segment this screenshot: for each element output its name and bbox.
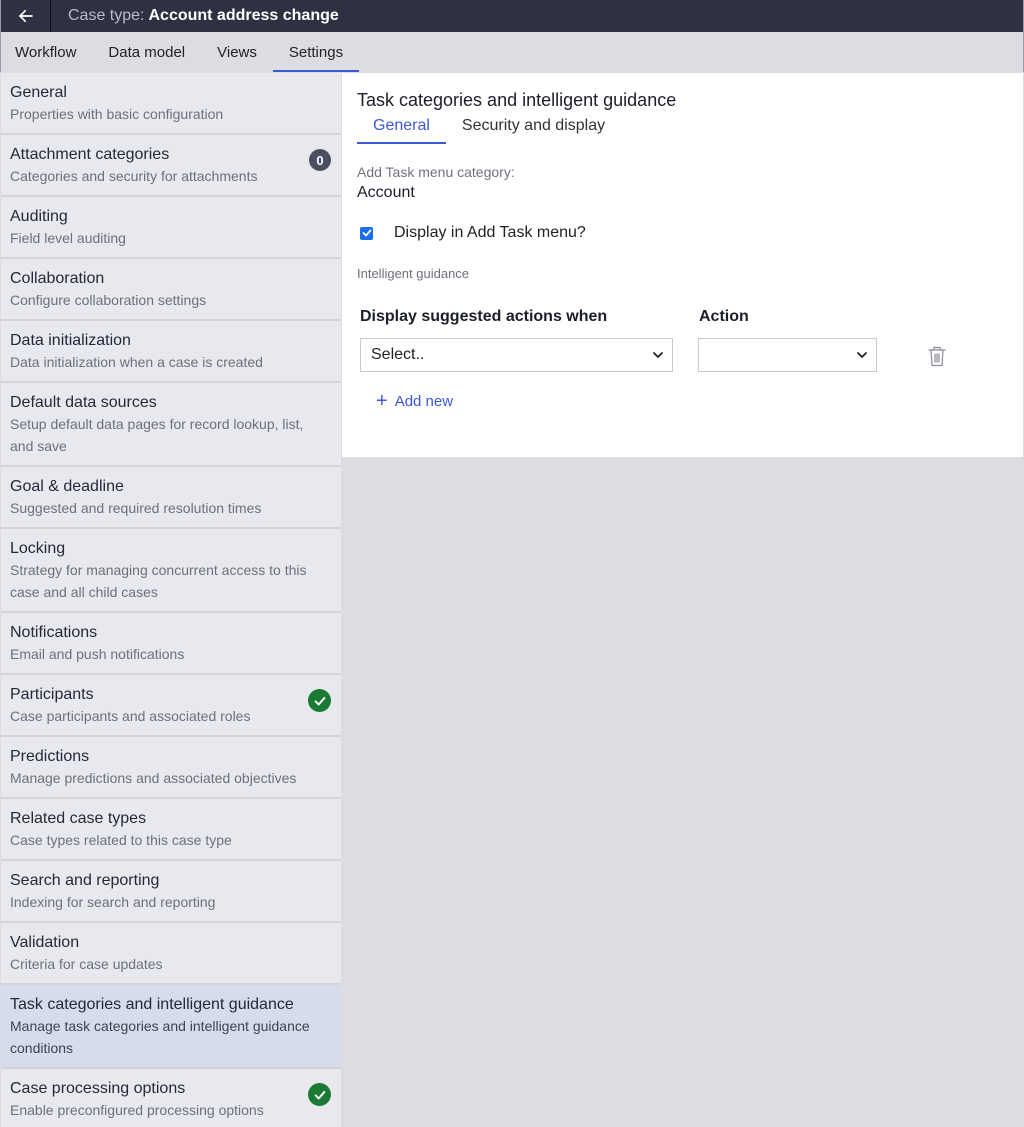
tab-settings[interactable]: Settings xyxy=(272,32,360,72)
subtab-security-display[interactable]: Security and display xyxy=(446,117,621,141)
display-in-menu-row: Display in Add Task menu? xyxy=(360,224,586,242)
add-new-button[interactable]: + Add new xyxy=(376,391,453,411)
condition-select[interactable]: Select.. xyxy=(360,338,673,372)
display-in-menu-checkbox[interactable] xyxy=(360,226,373,240)
sidebar-item-desc: Categories and security for attachments xyxy=(10,168,258,184)
sidebar-item-collaboration[interactable]: Collaboration Configure collaboration se… xyxy=(1,259,341,321)
sidebar-item-general[interactable]: General Properties with basic configurat… xyxy=(1,73,341,135)
display-in-menu-label: Display in Add Task menu? xyxy=(394,224,586,241)
sidebar-item-title: Participants xyxy=(10,686,94,703)
sidebar-item-desc: Manage task categories and intelligent g… xyxy=(10,1018,310,1056)
case-type-label: Case type: xyxy=(68,7,145,24)
sidebar-item-desc: Setup default data pages for record look… xyxy=(10,416,304,454)
sidebar-item-title: Default data sources xyxy=(10,394,157,411)
condition-column-header: Display suggested actions when xyxy=(360,308,608,325)
action-column-header: Action xyxy=(699,308,749,325)
back-button[interactable] xyxy=(1,1,51,31)
sidebar-item-notifications[interactable]: Notifications Email and push notificatio… xyxy=(1,613,341,675)
sidebar-item-search-reporting[interactable]: Search and reporting Indexing for search… xyxy=(1,861,341,923)
add-new-label: Add new xyxy=(394,392,454,410)
sidebar-item-desc: Data initialization when a case is creat… xyxy=(10,354,263,370)
sidebar-item-title: Attachment categories xyxy=(10,146,170,163)
case-type-name: Account address change xyxy=(148,7,339,24)
condition-select-value: Select.. xyxy=(371,346,425,363)
sidebar-item-data-initialization[interactable]: Data initialization Data initialization … xyxy=(1,321,341,383)
plus-icon: + xyxy=(376,390,388,412)
count-badge: 0 xyxy=(309,149,331,171)
checkmark-icon xyxy=(362,229,371,237)
sidebar-item-desc: Configure collaboration settings xyxy=(10,292,207,308)
sidebar-item-desc: Case participants and associated roles xyxy=(10,708,251,724)
sidebar-item-desc: Case types related to this case type xyxy=(10,832,232,848)
check-circle-icon xyxy=(308,1083,331,1106)
trash-icon[interactable] xyxy=(927,345,947,367)
tab-data-model[interactable]: Data model xyxy=(92,32,201,72)
sidebar-item-title: Locking xyxy=(10,540,66,557)
sidebar-item-case-processing-options[interactable]: Case processing options Enable preconfig… xyxy=(1,1069,341,1127)
case-type-title: Case type: Account address change xyxy=(68,7,339,25)
sidebar-item-title: Validation xyxy=(10,934,80,951)
sidebar-item-related-case-types[interactable]: Related case types Case types related to… xyxy=(1,799,341,861)
sidebar-item-desc: Enable preconfigured processing options xyxy=(10,1102,264,1118)
category-value: Account xyxy=(357,184,415,201)
arrow-left-icon xyxy=(18,9,33,23)
sidebar-item-attachment-categories[interactable]: Attachment categories Categories and sec… xyxy=(1,135,341,197)
sidebar-item-task-categories[interactable]: Task categories and intelligent guidance… xyxy=(1,985,341,1069)
sidebar-item-desc: Manage predictions and associated object… xyxy=(10,770,297,786)
chevron-down-icon xyxy=(857,352,867,358)
sidebar-item-title: Goal & deadline xyxy=(10,478,124,495)
sidebar-item-desc: Strategy for managing concurrent access … xyxy=(10,562,307,600)
sidebar-item-title: Related case types xyxy=(10,810,147,827)
sidebar-item-title: Collaboration xyxy=(10,270,105,287)
panel-title: Task categories and intelligent guidance xyxy=(357,90,677,110)
sidebar-item-title: Case processing options xyxy=(10,1080,186,1097)
sidebar-item-desc: Criteria for case updates xyxy=(10,956,163,972)
sidebar-item-title: Task categories and intelligent guidance xyxy=(10,996,294,1013)
sidebar-item-participants[interactable]: Participants Case participants and assoc… xyxy=(1,675,341,737)
top-bar: Case type: Account address change xyxy=(0,0,1024,32)
sidebar-item-default-data-sources[interactable]: Default data sources Setup default data … xyxy=(1,383,341,467)
sidebar-item-title: Search and reporting xyxy=(10,872,160,889)
intelligent-guidance-label: Intelligent guidance xyxy=(357,266,470,281)
settings-sidebar: General Properties with basic configurat… xyxy=(1,73,341,1127)
chevron-down-icon xyxy=(653,352,663,358)
panel-subtabs: General Security and display xyxy=(357,117,621,144)
main-tabs: Workflow Data model Views Settings xyxy=(0,32,1024,72)
sidebar-item-title: Notifications xyxy=(10,624,98,641)
sidebar-item-title: Auditing xyxy=(10,208,68,225)
sidebar-item-desc: Field level auditing xyxy=(10,230,126,246)
tab-workflow[interactable]: Workflow xyxy=(1,32,92,72)
sidebar-item-title: Data initialization xyxy=(10,332,131,349)
sidebar-item-validation[interactable]: Validation Criteria for case updates xyxy=(1,923,341,985)
sidebar-item-title: General xyxy=(10,84,67,101)
sidebar-item-title: Predictions xyxy=(10,748,90,765)
sidebar-item-desc: Suggested and required resolution times xyxy=(10,500,262,516)
sidebar-item-predictions[interactable]: Predictions Manage predictions and assoc… xyxy=(1,737,341,799)
category-label: Add Task menu category: xyxy=(357,164,515,180)
action-select[interactable] xyxy=(698,338,877,372)
settings-panel: Task categories and intelligent guidance… xyxy=(342,73,1023,457)
check-circle-icon xyxy=(308,689,331,712)
sidebar-item-desc: Indexing for search and reporting xyxy=(10,894,216,910)
sidebar-item-locking[interactable]: Locking Strategy for managing concurrent… xyxy=(1,529,341,613)
sidebar-item-desc: Properties with basic configuration xyxy=(10,106,224,122)
subtab-general[interactable]: General xyxy=(357,117,446,144)
sidebar-item-auditing[interactable]: Auditing Field level auditing xyxy=(1,197,341,259)
sidebar-item-desc: Email and push notifications xyxy=(10,646,185,662)
sidebar-item-goal-deadline[interactable]: Goal & deadline Suggested and required r… xyxy=(1,467,341,529)
tab-views[interactable]: Views xyxy=(201,32,273,72)
